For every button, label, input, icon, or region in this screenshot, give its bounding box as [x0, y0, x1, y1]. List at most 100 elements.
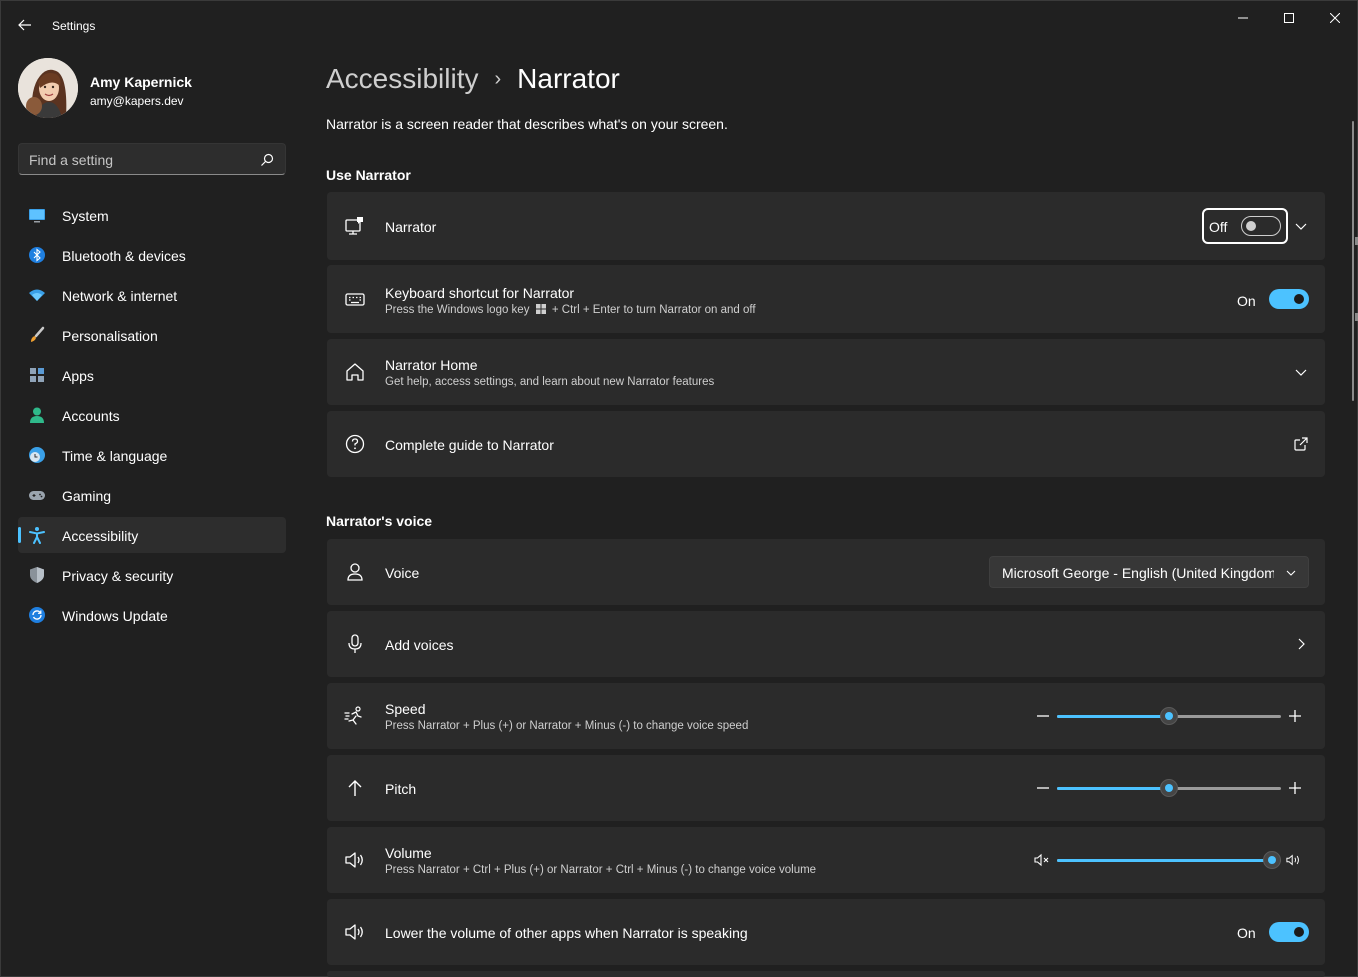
arrow-up-icon — [343, 776, 367, 800]
keyboard-shortcut-state-label: On — [1237, 293, 1256, 309]
clock-globe-icon — [28, 446, 46, 464]
sidebar-item-accounts[interactable]: Accounts — [18, 397, 286, 433]
pitch-card: Pitch — [327, 755, 1325, 821]
section-title-narrators-voice: Narrator's voice — [326, 513, 433, 529]
chevron-down-icon[interactable] — [1293, 364, 1309, 380]
minus-icon — [1035, 708, 1051, 724]
section-title-use-narrator: Use Narrator — [326, 167, 411, 183]
maximize-icon — [1284, 13, 1294, 23]
narrator-home-subtitle: Get help, access settings, and learn abo… — [385, 376, 715, 388]
lower-volume-toggle[interactable] — [1269, 922, 1309, 942]
narrator-home-card[interactable]: Narrator Home Get help, access settings,… — [327, 339, 1325, 405]
lower-volume-title: Lower the volume of other apps when Narr… — [385, 925, 748, 941]
voice-person-icon — [343, 560, 367, 584]
next-card-partial — [327, 971, 1325, 977]
sidebar-item-label: Privacy & security — [62, 568, 174, 584]
page-description: Narrator is a screen reader that describ… — [326, 116, 728, 132]
speed-subtitle: Press Narrator + Plus (+) or Narrator + … — [385, 720, 749, 732]
sidebar-item-label: Time & language — [62, 448, 168, 464]
sidebar-item-label: Apps — [62, 368, 94, 384]
speaker-icon — [343, 920, 367, 944]
wifi-icon — [28, 286, 46, 304]
back-arrow-icon — [18, 19, 31, 31]
lower-volume-card: Lower the volume of other apps when Narr… — [327, 899, 1325, 965]
speaker-icon — [343, 848, 367, 872]
speed-title: Speed — [385, 701, 426, 717]
volume-title: Volume — [385, 845, 432, 861]
sidebar-item-privacy[interactable]: Privacy & security — [18, 557, 286, 593]
slider-fill — [1057, 787, 1169, 790]
plus-icon — [1287, 708, 1303, 724]
voice-selected: Microsoft George - English (United Kingd… — [1002, 565, 1274, 581]
search-icon — [261, 153, 274, 166]
complete-guide-title: Complete guide to Narrator — [385, 437, 554, 453]
pitch-title: Pitch — [385, 781, 417, 797]
maximize-button[interactable] — [1266, 5, 1312, 31]
voice-title: Voice — [385, 565, 420, 581]
subtitle-before: Press the Windows logo key — [385, 304, 530, 316]
minimize-icon — [1238, 17, 1248, 19]
sidebar-item-accessibility[interactable]: Accessibility — [18, 517, 286, 553]
update-icon — [28, 606, 46, 624]
voice-dropdown[interactable]: Microsoft George - English (United Kingd… — [989, 556, 1309, 588]
slider-fill — [1057, 715, 1169, 718]
profile-name: Amy Kapernick — [90, 74, 192, 90]
minus-icon — [1035, 780, 1051, 796]
slider-thumb[interactable] — [1160, 707, 1178, 725]
sidebar-item-gaming[interactable]: Gaming — [18, 477, 286, 513]
pitch-slider[interactable] — [1057, 778, 1281, 798]
person-icon — [28, 406, 46, 424]
breadcrumb: Accessibility › Narrator — [326, 59, 620, 99]
back-button[interactable] — [11, 11, 39, 39]
sidebar-item-apps[interactable]: Apps — [18, 357, 286, 393]
plus-icon — [1287, 780, 1303, 796]
narrator-card[interactable]: Narrator Off — [327, 192, 1325, 260]
chevron-down-icon[interactable] — [1293, 218, 1309, 234]
search-input[interactable]: Find a setting — [18, 143, 286, 175]
slider-thumb[interactable] — [1263, 851, 1281, 869]
close-button[interactable] — [1312, 5, 1358, 31]
narrator-toggle[interactable] — [1241, 216, 1281, 236]
breadcrumb-separator: › — [494, 67, 502, 90]
avatar — [18, 58, 78, 118]
speed-slider[interactable] — [1057, 706, 1281, 726]
title-bar: Settings — [1, 1, 1357, 49]
gamepad-icon — [28, 486, 46, 504]
narrator-icon — [343, 214, 367, 238]
volume-card: Volume Press Narrator + Ctrl + Plus (+) … — [327, 827, 1325, 893]
complete-guide-card[interactable]: Complete guide to Narrator — [327, 411, 1325, 477]
microphone-icon — [343, 632, 367, 656]
sidebar-item-bluetooth[interactable]: Bluetooth & devices — [18, 237, 286, 273]
keyboard-shortcut-toggle[interactable] — [1269, 289, 1309, 309]
app-title: Settings — [52, 19, 96, 33]
settings-window: Settings Amy Kapernick amy@kapers.dev Fi… — [0, 0, 1358, 977]
add-voices-card[interactable]: Add voices — [327, 611, 1325, 677]
sidebar-item-windows-update[interactable]: Windows Update — [18, 597, 286, 633]
sidebar-item-label: Accounts — [62, 408, 120, 424]
minimize-button[interactable] — [1220, 5, 1266, 31]
sidebar-item-system[interactable]: System — [18, 197, 286, 233]
sidebar-item-network[interactable]: Network & internet — [18, 277, 286, 313]
chevron-right-icon — [1293, 636, 1309, 652]
home-icon — [343, 360, 367, 384]
keyboard-shortcut-title: Keyboard shortcut for Narrator — [385, 285, 575, 301]
scrollbar[interactable] — [1352, 121, 1354, 401]
add-voices-title: Add voices — [385, 637, 454, 653]
monitor-icon — [28, 206, 46, 224]
breadcrumb-parent[interactable]: Accessibility — [326, 63, 478, 95]
bluetooth-icon — [28, 246, 46, 264]
volume-slider[interactable] — [1057, 850, 1281, 870]
slider-thumb[interactable] — [1160, 779, 1178, 797]
lower-volume-state-label: On — [1237, 925, 1256, 941]
chevron-down-icon — [1286, 570, 1296, 576]
sidebar-item-personalisation[interactable]: Personalisation — [18, 317, 286, 353]
windows-logo-icon — [535, 304, 546, 314]
keyboard-shortcut-subtitle: Press the Windows logo key + Ctrl + Ente… — [385, 304, 756, 316]
close-icon — [1330, 13, 1340, 23]
page-title: Narrator — [517, 63, 620, 94]
sidebar-item-label: Personalisation — [62, 328, 158, 344]
sidebar-item-time-language[interactable]: Time & language — [18, 437, 286, 473]
open-external-icon[interactable] — [1293, 436, 1309, 452]
user-profile[interactable]: Amy Kapernick amy@kapers.dev — [18, 58, 288, 120]
sidebar-item-label: Gaming — [62, 488, 112, 504]
